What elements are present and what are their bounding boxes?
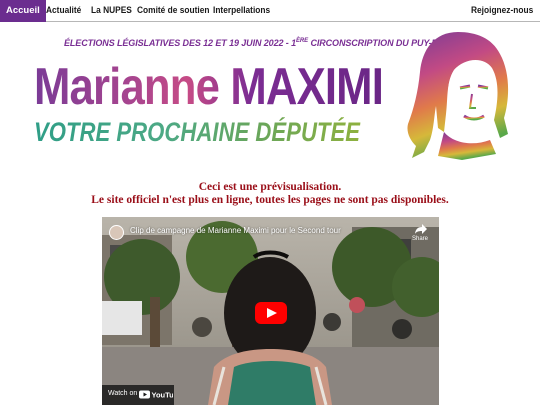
nav-item-interpellations[interactable]: Interpellations <box>213 0 270 22</box>
candidate-tagline: VOTRE PROCHAINE DÉPUTÉE <box>34 117 361 147</box>
youtube-logo-icon: YouTube <box>139 390 174 400</box>
share-label[interactable]: Share <box>412 236 428 242</box>
preview-notice-line-2: Le site officiel n'est plus en ligne, to… <box>91 194 449 206</box>
youtube-video-embed[interactable]: Clip de campagne de Marianne Maximi pour… <box>102 217 439 405</box>
subtitle-superscript: ÈRE <box>296 38 309 44</box>
nav-item-la-nupes[interactable]: La NUPES <box>91 0 132 22</box>
share-icon[interactable] <box>414 223 428 235</box>
preview-notice-line-1: Ceci est une prévisualisation. <box>198 181 342 193</box>
video-title[interactable]: Clip de campagne de Marianne Maximi pour… <box>130 226 341 235</box>
candidate-portrait-illustration <box>407 32 509 160</box>
top-navigation: Accueil Actualité La NUPES Comité de sou… <box>0 0 540 22</box>
play-button-icon[interactable] <box>255 302 287 324</box>
watch-on-youtube-link[interactable]: Watch on YouTube <box>102 385 174 405</box>
candidate-name: Marianne MAXIMI <box>34 58 384 116</box>
nav-item-actualite[interactable]: Actualité <box>46 0 81 22</box>
youtube-logo-text: YouTube <box>152 391 174 400</box>
nav-item-rejoignez-nous[interactable]: Rejoignez-nous <box>471 0 533 22</box>
watch-on-label: Watch on <box>108 390 138 397</box>
nav-item-comite-de-soutien[interactable]: Comité de soutien <box>137 0 209 22</box>
subtitle-main: ÉLECTIONS LÉGISLATIVES DES 12 ET 19 JUIN… <box>64 38 297 48</box>
nav-item-accueil[interactable]: Accueil <box>0 0 46 22</box>
channel-avatar[interactable] <box>109 225 124 240</box>
